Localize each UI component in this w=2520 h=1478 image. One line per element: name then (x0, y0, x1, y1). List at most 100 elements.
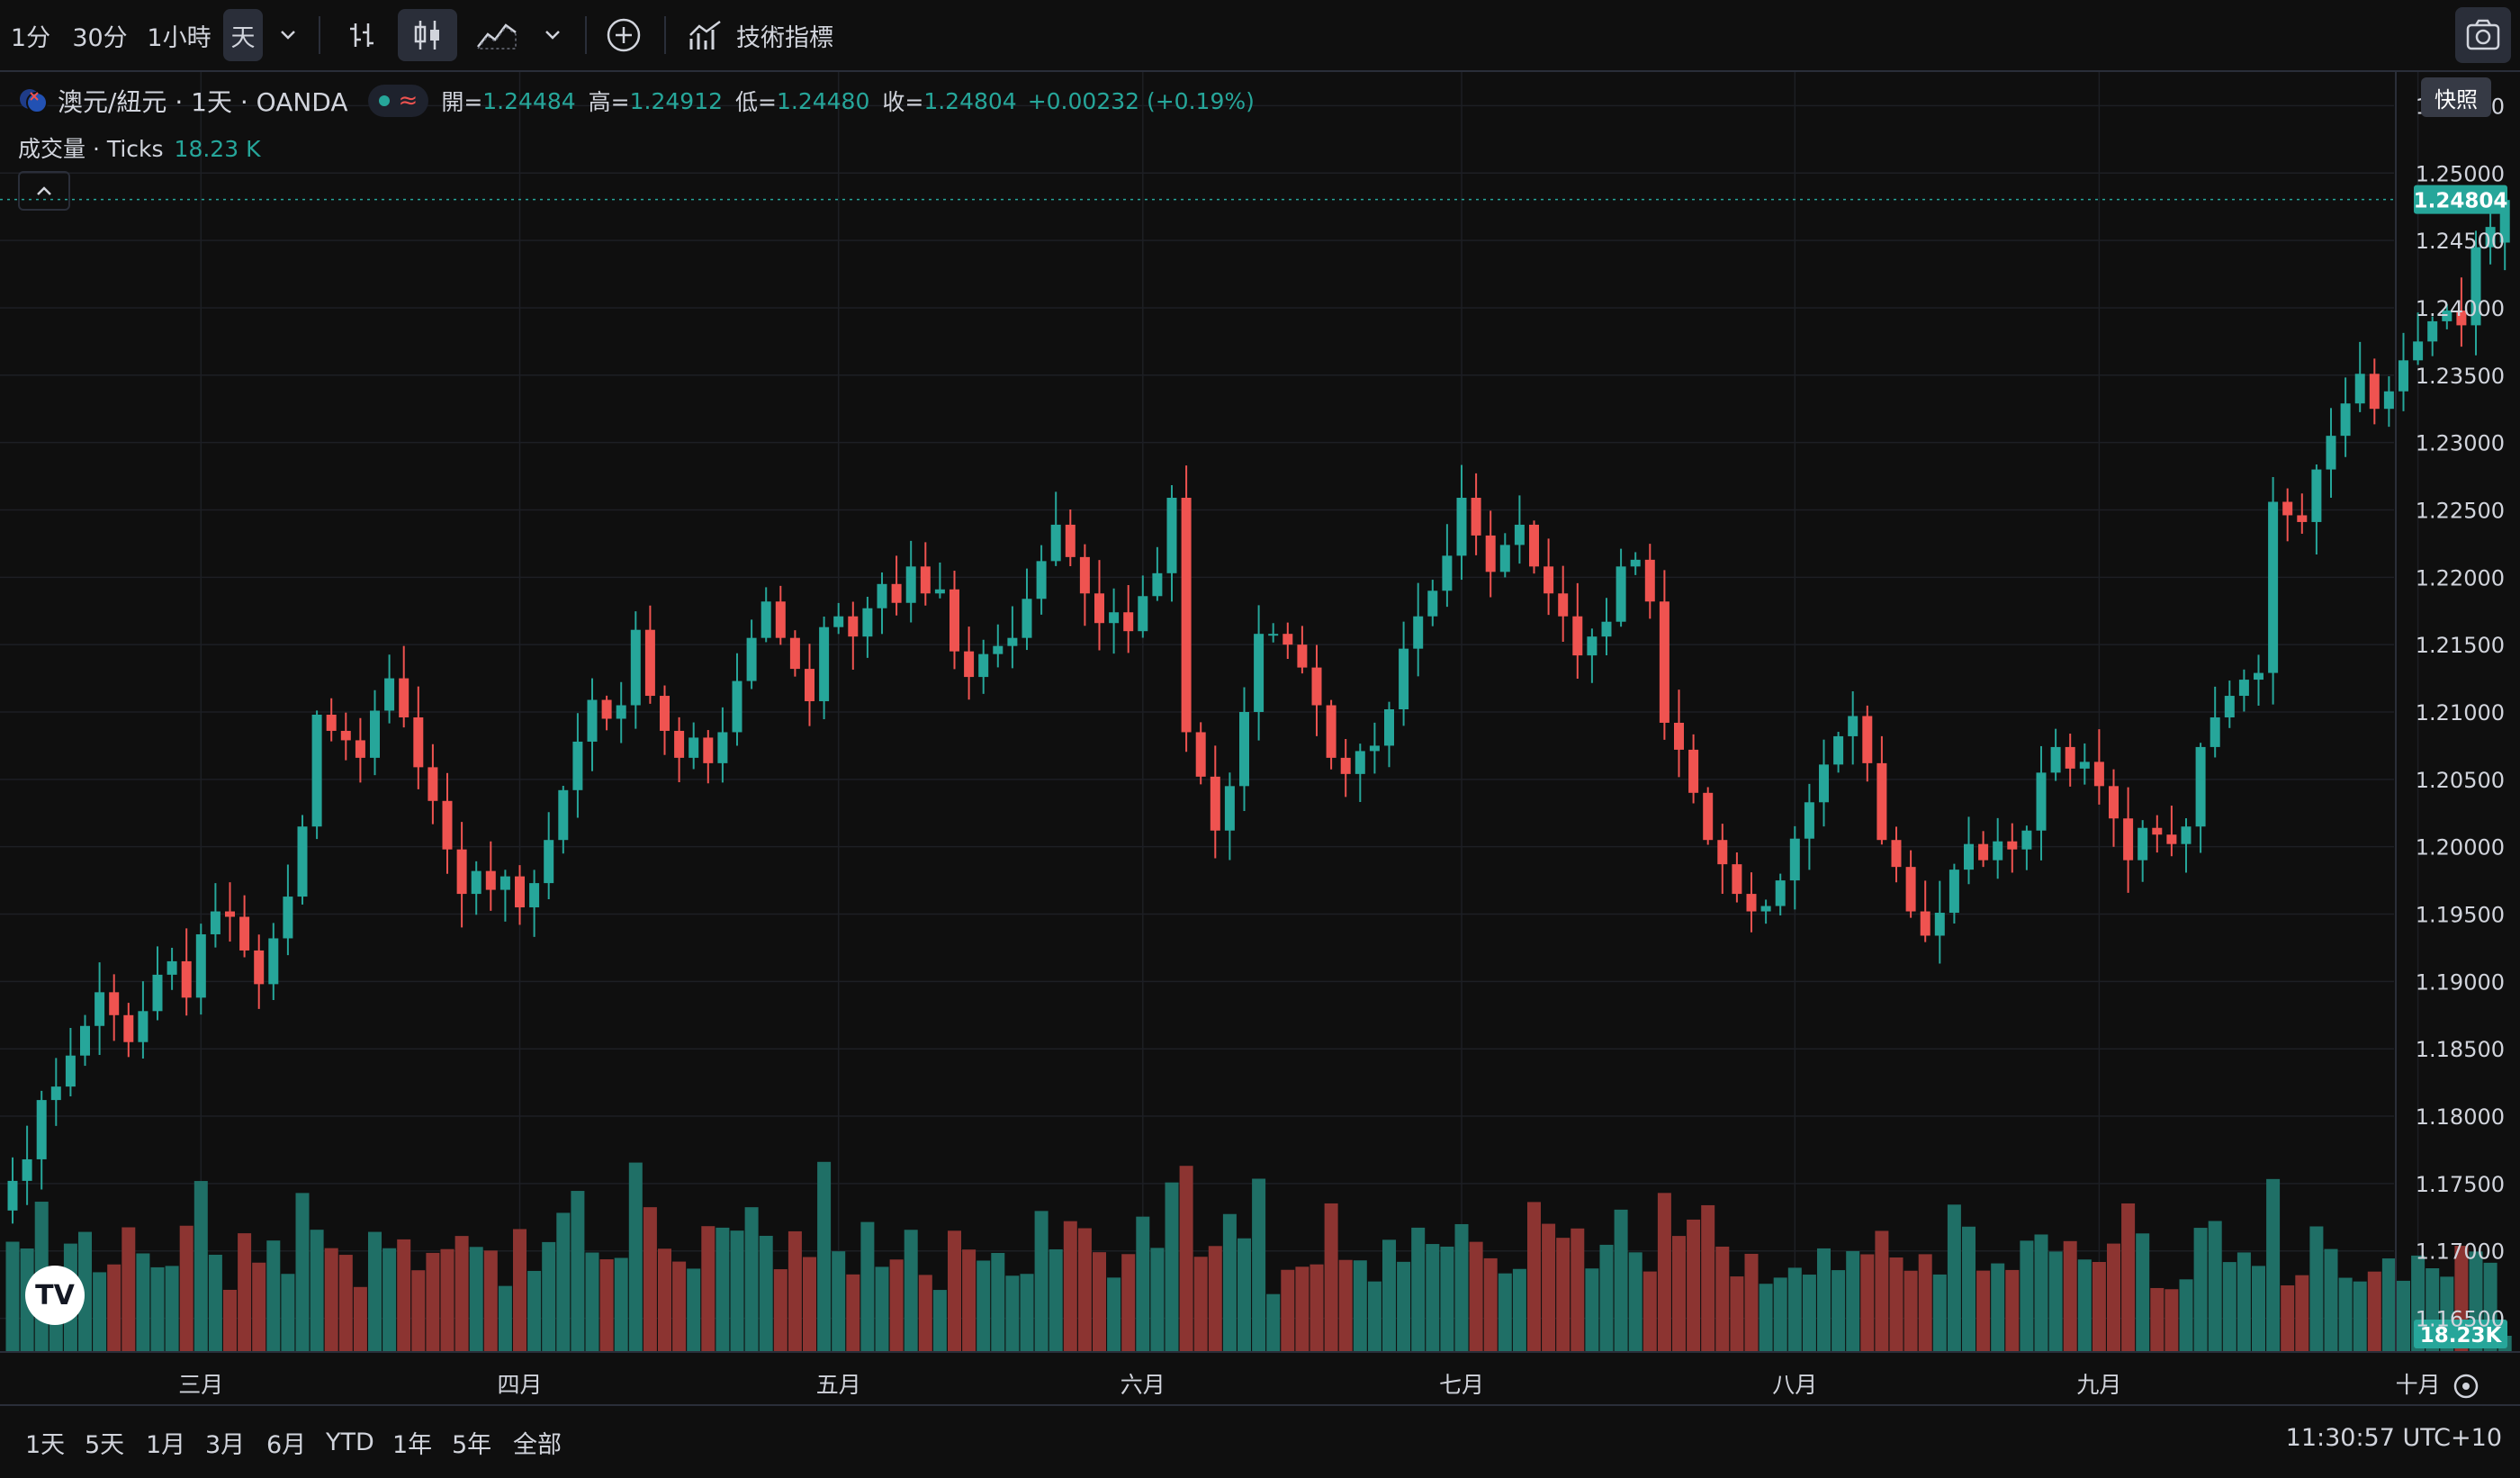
close-value: 1.24804 (923, 87, 1017, 114)
candle-body (1369, 745, 1380, 752)
range-1d-button[interactable]: 1天 (25, 1424, 65, 1460)
time-axis-settings-icon[interactable] (2453, 1374, 2479, 1399)
volume-bar (1165, 1182, 1179, 1352)
volume-bar (2208, 1221, 2222, 1352)
flag-icon (20, 89, 48, 113)
candle-body (877, 583, 887, 608)
volume-bar (904, 1230, 918, 1352)
candle-style-icon[interactable] (398, 9, 457, 61)
candle-body (862, 608, 873, 637)
tradingview-logo[interactable]: TV (25, 1266, 85, 1325)
candle-body (2109, 786, 2119, 819)
candle-body (1833, 735, 1844, 765)
candle-body (471, 870, 482, 895)
range-6m-button[interactable]: 6月 (266, 1424, 306, 1460)
candlesticks (7, 186, 2510, 1224)
volume-bar (1034, 1211, 1048, 1352)
compare-add-icon[interactable] (599, 9, 648, 61)
candle-body (1224, 786, 1235, 831)
volume-bar (2266, 1178, 2281, 1352)
candle-body (195, 933, 206, 998)
price-tick-label: 1.22000 (2416, 565, 2505, 590)
candle-body (384, 678, 395, 711)
volume-bar (2338, 1277, 2353, 1352)
candle-body (1804, 802, 1814, 839)
candle-body (428, 767, 438, 801)
interval-1m-button[interactable]: 1分 (5, 9, 56, 61)
volume-bar (687, 1268, 701, 1352)
range-3m-button[interactable]: 3月 (205, 1424, 245, 1460)
volume-bar (1063, 1221, 1077, 1352)
volume-bar (2107, 1243, 2120, 1352)
candle-body (760, 601, 771, 638)
wave-icon: ≈ (398, 87, 418, 114)
toolbar-divider (585, 16, 587, 54)
range-all-button[interactable]: 全部 (513, 1424, 562, 1460)
candle-body (1456, 498, 1467, 556)
volume-bar (1846, 1250, 1860, 1352)
clock-timezone[interactable]: 11:30:57 UTC+10 (2286, 1424, 2502, 1452)
volume-bar (1020, 1274, 1034, 1352)
candle-body (1659, 601, 1670, 723)
interval-1d-button[interactable]: 天 (223, 9, 263, 61)
candle-body (1601, 621, 1612, 637)
range-5d-button[interactable]: 5天 (85, 1424, 124, 1460)
range-5y-button[interactable]: 5年 (452, 1424, 491, 1460)
interval-dropdown-icon[interactable] (270, 9, 306, 61)
area-style-icon[interactable] (468, 9, 526, 61)
volume-bar (1252, 1178, 1266, 1352)
volume-bar (1730, 1276, 1744, 1352)
candle-body (2138, 827, 2148, 861)
range-1m-button[interactable]: 1月 (146, 1424, 185, 1460)
price-chart[interactable]: 1.2480418.23K 1.16500 1.17000 1.17500 1.180… (0, 72, 2520, 1402)
time-axis[interactable]: 三月 四月 五月 六月 七月 八月 九月 十月 (0, 1351, 2520, 1399)
range-ytd-button[interactable]: YTD (326, 1424, 374, 1460)
indicators-button[interactable]: 技術指標 (688, 9, 850, 61)
candle-body (1007, 637, 1018, 646)
candle-body (1558, 593, 1569, 617)
volume-bar (1397, 1261, 1411, 1352)
range-1y-button[interactable]: 1年 (392, 1424, 432, 1460)
volume-bar (744, 1207, 759, 1352)
volume-bar (454, 1236, 469, 1352)
collapse-legend-button[interactable] (18, 171, 70, 211)
volume-label[interactable]: 成交量 · Ticks (18, 136, 164, 162)
volume-bar (1179, 1166, 1193, 1352)
candle-body (717, 732, 728, 763)
volume-bar (2367, 1271, 2381, 1352)
volume-bar (1048, 1248, 1063, 1352)
volume-bar (1628, 1252, 1642, 1352)
interval-30m-button[interactable]: 30分 (63, 9, 137, 61)
candle-body (297, 826, 308, 897)
month-tick-label: 六月 (1120, 1372, 1166, 1398)
volume-bar (1687, 1219, 1701, 1352)
volume-bar (1107, 1277, 1121, 1352)
volume-bar (2063, 1240, 2077, 1352)
volume-bar (599, 1259, 614, 1352)
interval-1h-button[interactable]: 1小時 (142, 9, 216, 61)
price-axis[interactable]: 1.16500 1.17000 1.17500 1.18000 1.18500 1.190… (2395, 72, 2505, 1352)
volume-legend: 成交量 · Ticks 18.23 K (18, 131, 260, 164)
volume-bar (1542, 1223, 1556, 1352)
candle-body (1630, 559, 1641, 567)
volume-bar (238, 1233, 252, 1352)
candle-body (50, 1086, 61, 1101)
symbol-title[interactable]: 澳元/紐元 · 1天 · OANDA (58, 83, 348, 119)
candle-body (905, 566, 916, 603)
candle-body (399, 678, 410, 717)
candle-body (775, 601, 786, 638)
volume-bar (150, 1266, 165, 1352)
volume-bar (1077, 1228, 1092, 1352)
volume-bar (397, 1239, 411, 1352)
bar-style-icon[interactable] (337, 9, 387, 61)
candle-body (1544, 566, 1554, 594)
camera-snapshot-icon[interactable] (2455, 7, 2511, 63)
volume-bar (1744, 1253, 1759, 1352)
candle-body (1326, 705, 1336, 758)
market-status-pill[interactable]: ≈ (367, 85, 429, 117)
month-tick-label: 八月 (1772, 1372, 1817, 1398)
chart-style-dropdown-icon[interactable] (535, 9, 571, 61)
volume-bar (788, 1230, 802, 1352)
volume-bar (1715, 1246, 1730, 1352)
volume-bar (1281, 1269, 1295, 1352)
